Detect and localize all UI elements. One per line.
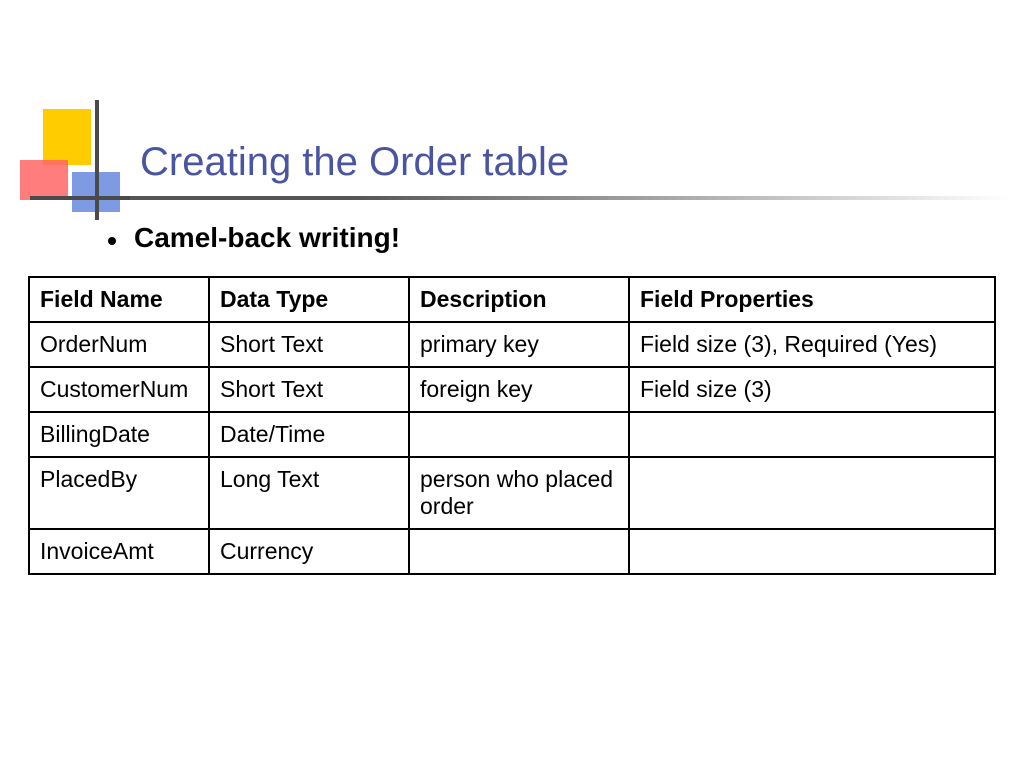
cell-data-type: Date/Time — [209, 412, 409, 457]
cell-data-type: Short Text — [209, 322, 409, 367]
table-row: CustomerNum Short Text foreign key Field… — [29, 367, 995, 412]
cell-properties: Field size (3) — [629, 367, 995, 412]
col-field-name: Field Name — [29, 277, 209, 322]
slide: Creating the Order table Camel-back writ… — [0, 0, 1024, 768]
cell-description: foreign key — [409, 367, 629, 412]
cell-data-type: Long Text — [209, 457, 409, 529]
cell-description — [409, 529, 629, 574]
bullet-text: Camel-back writing! — [134, 222, 400, 254]
fields-table: Field Name Data Type Description Field P… — [28, 276, 996, 575]
bullet-item: Camel-back writing! — [108, 222, 400, 254]
table-header-row: Field Name Data Type Description Field P… — [29, 277, 995, 322]
table-row: BillingDate Date/Time — [29, 412, 995, 457]
cell-properties — [629, 457, 995, 529]
cell-properties — [629, 412, 995, 457]
cell-properties: Field size (3), Required (Yes) — [629, 322, 995, 367]
decor-cross-vertical — [95, 100, 99, 220]
cell-description — [409, 412, 629, 457]
table-body: OrderNum Short Text primary key Field si… — [29, 322, 995, 574]
decor-cross-horizontal — [30, 196, 130, 200]
bullet-icon — [108, 237, 116, 245]
title-underline — [130, 196, 1010, 200]
col-data-type: Data Type — [209, 277, 409, 322]
table-row: PlacedBy Long Text person who placed ord… — [29, 457, 995, 529]
decor-square-yellow — [43, 109, 91, 165]
table-row: InvoiceAmt Currency — [29, 529, 995, 574]
cell-field-name: BillingDate — [29, 412, 209, 457]
col-description: Description — [409, 277, 629, 322]
cell-field-name: PlacedBy — [29, 457, 209, 529]
col-field-properties: Field Properties — [629, 277, 995, 322]
table-row: OrderNum Short Text primary key Field si… — [29, 322, 995, 367]
slide-title: Creating the Order table — [140, 140, 569, 185]
fields-table-container: Field Name Data Type Description Field P… — [28, 276, 996, 575]
cell-field-name: OrderNum — [29, 322, 209, 367]
cell-description: person who placed order — [409, 457, 629, 529]
cell-description: primary key — [409, 322, 629, 367]
cell-field-name: CustomerNum — [29, 367, 209, 412]
cell-field-name: InvoiceAmt — [29, 529, 209, 574]
cell-data-type: Short Text — [209, 367, 409, 412]
cell-data-type: Currency — [209, 529, 409, 574]
cell-properties — [629, 529, 995, 574]
decor-square-red — [20, 160, 68, 200]
